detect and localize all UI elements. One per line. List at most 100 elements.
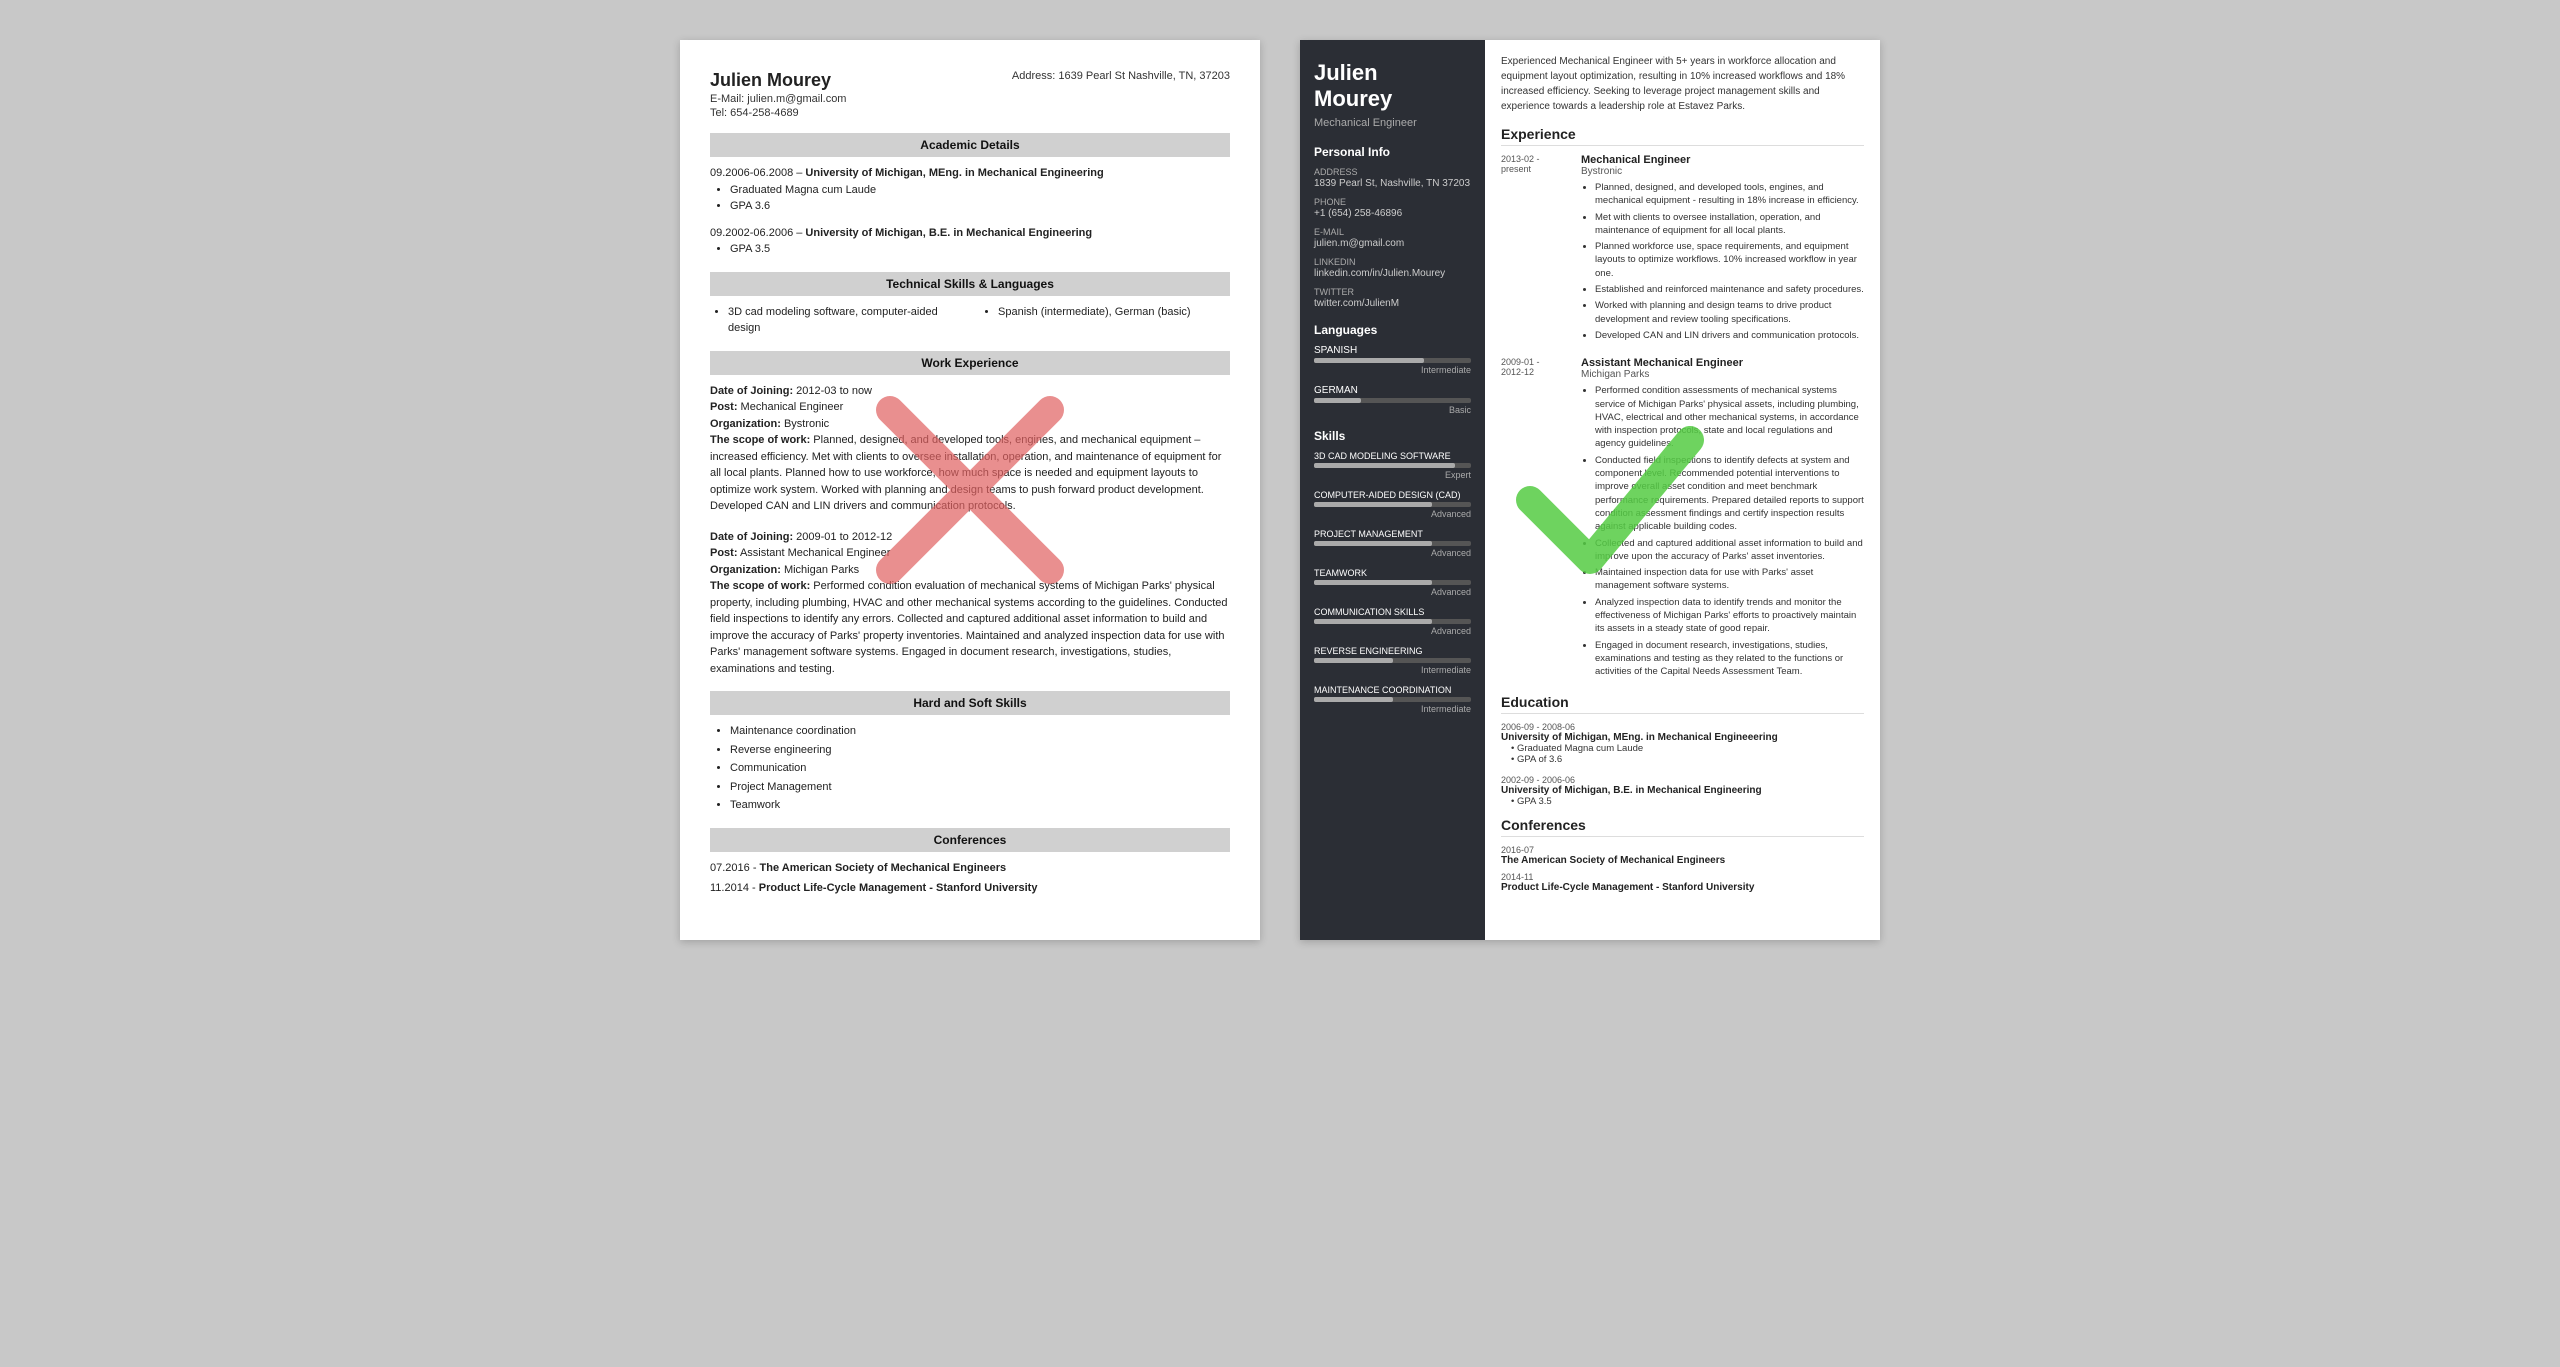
soft-skill-4: Project Management: [730, 779, 1230, 796]
conferences-list: 07.2016 - The American Society of Mechan…: [710, 860, 1230, 897]
conferences-section-title: Conferences: [1501, 817, 1864, 837]
exp-bullet-2-5: Analyzed inspection data to identify tre…: [1595, 596, 1864, 636]
edu-bullet-2-1: GPA 3.5: [730, 241, 1230, 258]
exp-bullet-2-3: Collected and captured additional asset …: [1595, 537, 1864, 564]
exp-bullet-1-4: Established and reinforced maintenance a…: [1595, 283, 1864, 296]
left-address: Address: 1639 Pearl St Nashville, TN, 37…: [1012, 70, 1230, 82]
skill-comm: COMMUNICATION SKILLS Advanced: [1314, 607, 1471, 636]
right-main: Experienced Mechanical Engineer with 5+ …: [1485, 40, 1880, 940]
exp-bullet-2-2: Conducted field inspections to identify …: [1595, 454, 1864, 534]
skills-title: Skills: [1314, 429, 1471, 443]
work-org-1: Organization: Bystronic: [710, 416, 1230, 433]
exp-company-2: Michigan Parks: [1581, 369, 1864, 380]
skill-item-1: 3D cad modeling software, computer-aided…: [728, 304, 960, 337]
conf-right-2: 2014-11 Product Life-Cycle Management - …: [1501, 872, 1864, 893]
exp-content-1: Mechanical Engineer Bystronic Planned, d…: [1581, 154, 1864, 345]
skills-col-right: Spanish (intermediate), German (basic): [980, 304, 1230, 337]
work-post-2: Post: Assistant Mechanical Engineer: [710, 545, 1230, 562]
right-sidebar: JulienMourey Mechanical Engineer Persona…: [1300, 40, 1485, 940]
edu-entry-2: 09.2002-06.2006 – University of Michigan…: [710, 225, 1230, 258]
exp-bullet-1-5: Worked with planning and design teams to…: [1595, 299, 1864, 326]
skill-cad: 3D CAD MODELING SOFTWARE Expert: [1314, 451, 1471, 480]
left-tel: Tel: 654-258-4689: [710, 107, 1230, 119]
edu-bullet-1-1: Graduated Magna cum Laude: [730, 182, 1230, 199]
soft-skill-1: Maintenance coordination: [730, 723, 1230, 740]
resume-right: JulienMourey Mechanical Engineer Persona…: [1300, 40, 1880, 940]
exp-date-2: 2009-01 -2012-12: [1501, 357, 1581, 681]
exp-content-2: Assistant Mechanical Engineer Michigan P…: [1581, 357, 1864, 681]
work-scope-2: The scope of work: Performed condition e…: [710, 578, 1230, 677]
exp-company-1: Bystronic: [1581, 166, 1864, 177]
conf-entry-1: 07.2016 - The American Society of Mechan…: [710, 860, 1230, 877]
work-joining-1: Date of Joining: 2012-03 to now: [710, 383, 1230, 400]
left-header: Julien Mourey E-Mail: julien.m@gmail.com…: [710, 70, 1230, 119]
languages-title: Languages: [1314, 323, 1471, 337]
personal-address: Address 1839 Pearl St, Nashville, TN 372…: [1314, 167, 1471, 189]
work-list: Date of Joining: 2012-03 to now Post: Me…: [710, 383, 1230, 678]
resume-left: Julien Mourey E-Mail: julien.m@gmail.com…: [680, 40, 1260, 940]
language-german: GERMAN Basic: [1314, 385, 1471, 415]
right-title: Mechanical Engineer: [1314, 117, 1471, 129]
edu-right-title-1: University of Michigan, MEng. in Mechani…: [1501, 732, 1864, 743]
soft-skill-2: Reverse engineering: [730, 742, 1230, 759]
conf-right-1: 2016-07 The American Society of Mechanic…: [1501, 845, 1864, 866]
personal-info-title: Personal Info: [1314, 145, 1471, 159]
skill-pm: PROJECT MANAGEMENT Advanced: [1314, 529, 1471, 558]
edu-right-2: 2002-09 - 2006-06 University of Michigan…: [1501, 775, 1864, 807]
skill-item-2: Spanish (intermediate), German (basic): [998, 304, 1230, 321]
skills-col-left: 3D cad modeling software, computer-aided…: [710, 304, 960, 337]
conf-date-2: 2014-11: [1501, 872, 1864, 882]
edu-right-sub-2: • GPA 3.5: [1501, 796, 1864, 807]
work-org-2: Organization: Michigan Parks: [710, 562, 1230, 579]
section-academic: Academic Details: [710, 133, 1230, 157]
edu-period-1: 09.2006-06.2008: [710, 167, 793, 179]
edu-period-2: 09.2002-06.2006: [710, 227, 793, 239]
work-post-1: Post: Mechanical Engineer: [710, 399, 1230, 416]
section-technical: Technical Skills & Languages: [710, 272, 1230, 296]
edu-entry-1: 09.2006-06.2008 – University of Michigan…: [710, 165, 1230, 215]
right-summary: Experienced Mechanical Engineer with 5+ …: [1501, 54, 1864, 114]
soft-skills-list: Maintenance coordination Reverse enginee…: [710, 723, 1230, 814]
experience-section-title: Experience: [1501, 126, 1864, 146]
personal-phone: Phone +1 (654) 258-46896: [1314, 197, 1471, 219]
skill-teamwork: TEAMWORK Advanced: [1314, 568, 1471, 597]
personal-linkedin: LinkedIn linkedin.com/in/Julien.Mourey: [1314, 257, 1471, 279]
exp-bullet-2-4: Maintained inspection data for use with …: [1595, 566, 1864, 593]
work-joining-2: Date of Joining: 2009-01 to 2012-12: [710, 529, 1230, 546]
personal-email: E-mail julien.m@gmail.com: [1314, 227, 1471, 249]
skills-row: 3D cad modeling software, computer-aided…: [710, 304, 1230, 337]
edu-bullet-1-2: GPA 3.6: [730, 198, 1230, 215]
conf-name-2: Product Life-Cycle Management - Stanford…: [1501, 882, 1864, 893]
exp-bullet-1-1: Planned, designed, and developed tools, …: [1595, 181, 1864, 208]
left-email: E-Mail: julien.m@gmail.com: [710, 93, 1230, 105]
conf-name-1: The American Society of Mechanical Engin…: [1501, 855, 1864, 866]
exp-bullet-2-1: Performed condition assessments of mecha…: [1595, 384, 1864, 450]
personal-twitter: Twitter twitter.com/JulienM: [1314, 287, 1471, 309]
conf-date-1: 2016-07: [1501, 845, 1864, 855]
edu-right-date-2: 2002-09 - 2006-06: [1501, 775, 1864, 785]
work-scope-1: The scope of work: Planned, designed, an…: [710, 432, 1230, 515]
education-section-title: Education: [1501, 694, 1864, 714]
section-work: Work Experience: [710, 351, 1230, 375]
right-name: JulienMourey: [1314, 60, 1471, 113]
work-entry-1: Date of Joining: 2012-03 to now Post: Me…: [710, 383, 1230, 515]
skill-cad2: COMPUTER-AIDED DESIGN (CAD) Advanced: [1314, 490, 1471, 519]
section-conferences: Conferences: [710, 828, 1230, 852]
soft-skill-3: Communication: [730, 760, 1230, 777]
edu-right-title-2: University of Michigan, B.E. in Mechanic…: [1501, 785, 1864, 796]
section-hard-soft: Hard and Soft Skills: [710, 691, 1230, 715]
edu-right-sub-1: • Graduated Magna cum Laude• GPA of 3.6: [1501, 743, 1864, 765]
exp-bullets-2: Performed condition assessments of mecha…: [1581, 384, 1864, 678]
exp-date-1: 2013-02 -present: [1501, 154, 1581, 345]
exp-bullet-1-3: Planned workforce use, space requirement…: [1595, 240, 1864, 280]
exp-bullet-2-6: Engaged in document research, investigat…: [1595, 639, 1864, 679]
left-body: Academic Details 09.2006-06.2008 – Unive…: [710, 133, 1230, 897]
soft-skill-5: Teamwork: [730, 797, 1230, 814]
edu-degree-1: University of Michigan, MEng. in Mechani…: [805, 167, 1103, 179]
work-entry-2: Date of Joining: 2009-01 to 2012-12 Post…: [710, 529, 1230, 678]
edu-right-date-1: 2006-09 - 2008-06: [1501, 722, 1864, 732]
education-list: 09.2006-06.2008 – University of Michigan…: [710, 165, 1230, 258]
exp-bullets-1: Planned, designed, and developed tools, …: [1581, 181, 1864, 342]
skill-maintenance: MAINTENANCE COORDINATION Intermediate: [1314, 685, 1471, 714]
exp-job-title-2: Assistant Mechanical Engineer: [1581, 357, 1864, 369]
